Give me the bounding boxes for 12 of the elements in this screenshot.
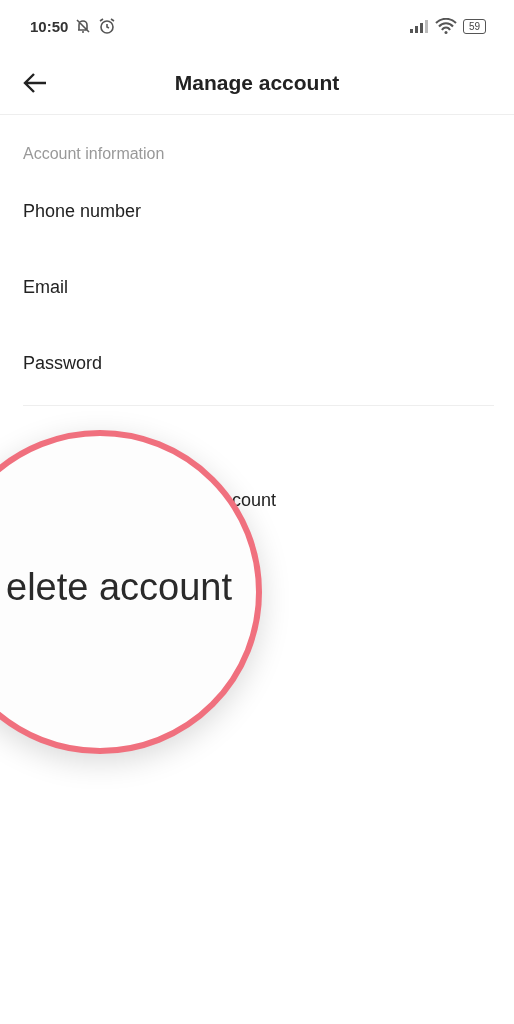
battery-icon: 59 [462,18,486,34]
alarm-icon [98,17,117,35]
settings-item[interactable]: count [232,490,277,510]
section-label: Account information [22,144,166,164]
wifi-icon [434,18,457,34]
page-title: Manage account [173,71,341,95]
signal-icon [408,19,429,33]
settings-item[interactable]: Phone number [0,173,514,249]
settings-item[interactable]: Email [0,249,514,325]
status-time: 10:50 [30,17,69,35]
magnified-text: elete account [6,566,233,609]
settings-item[interactable]: Password [0,325,514,401]
